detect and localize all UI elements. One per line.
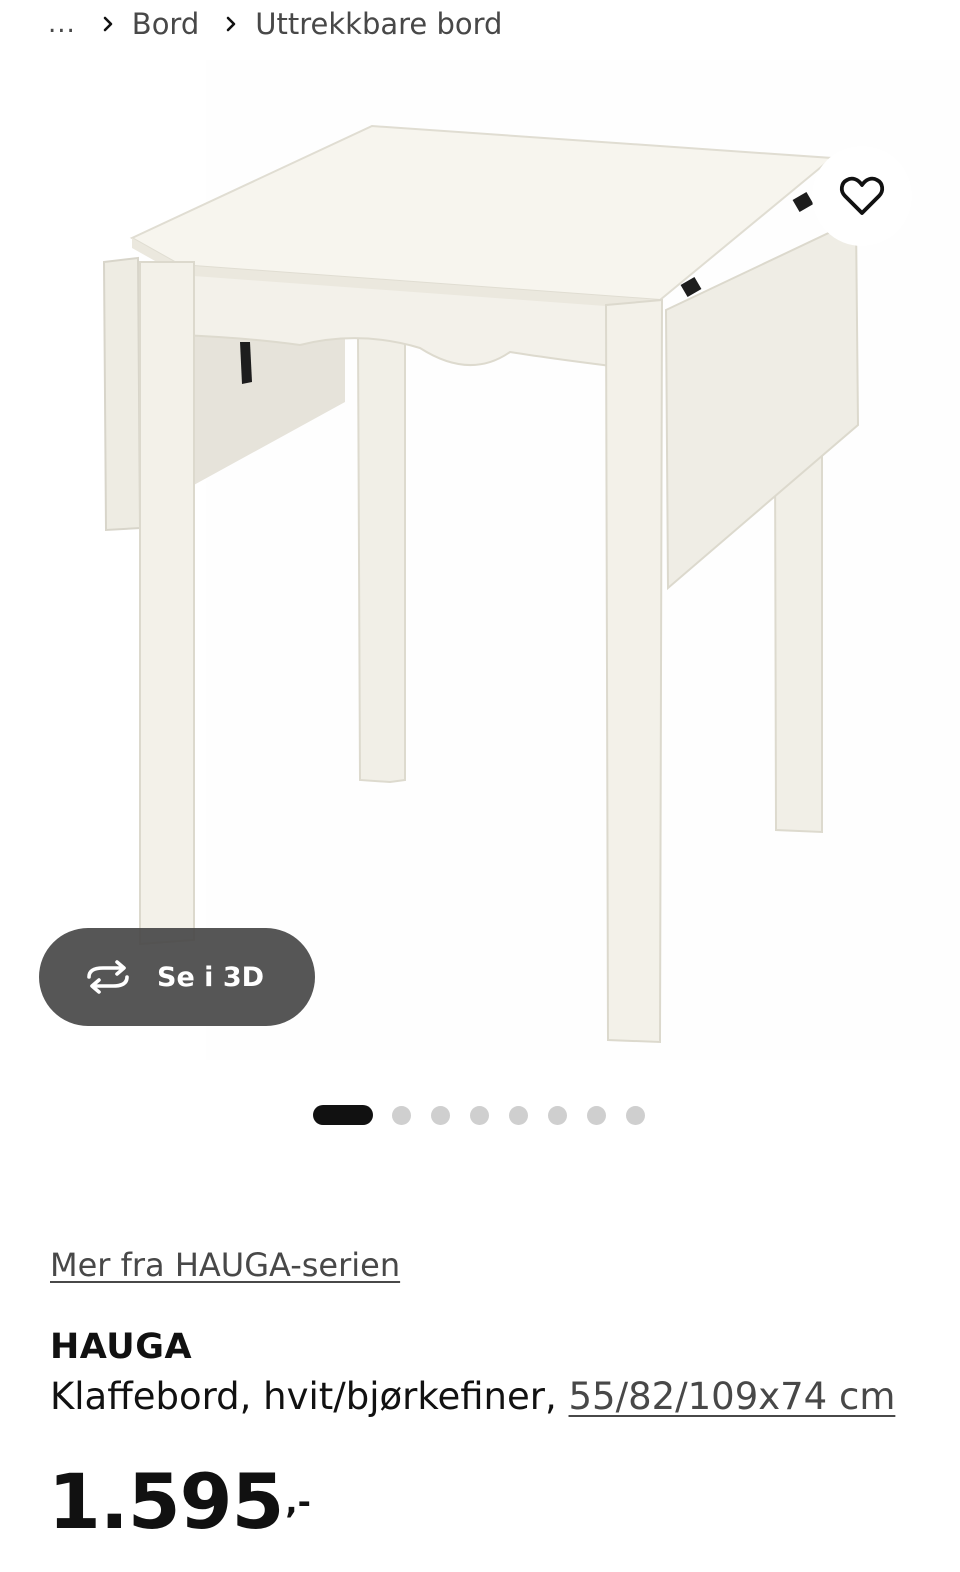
add-to-favorites-button[interactable] <box>812 146 912 246</box>
breadcrumb-item-uttrekkbare-bord[interactable]: Uttrekkbare bord <box>255 7 502 41</box>
rotate-3d-icon <box>87 960 129 994</box>
breadcrumb-item-bord[interactable]: Bord <box>132 7 199 41</box>
heart-outline-icon <box>839 176 885 215</box>
carousel-pagination <box>313 1104 665 1126</box>
carousel-dot[interactable] <box>587 1105 606 1125</box>
carousel-dot[interactable] <box>470 1105 489 1125</box>
view-in-3d-button[interactable]: Se i 3D <box>39 928 315 1026</box>
carousel-dot[interactable] <box>431 1105 450 1125</box>
chevron-right-icon <box>98 14 118 34</box>
product-description-text: Klaffebord, hvit/bjørkefiner, <box>50 1375 569 1418</box>
price-suffix: ,- <box>285 1483 311 1521</box>
series-link[interactable]: Mer fra HAUGA-serien <box>50 1246 400 1284</box>
product-name: HAUGA <box>50 1327 193 1367</box>
breadcrumb-ellipsis[interactable]: ... <box>48 9 76 39</box>
product-price: 1.595 ,- <box>48 1454 311 1550</box>
carousel-dot[interactable] <box>392 1105 411 1125</box>
breadcrumb: ... Bord Uttrekkbare bord <box>48 4 502 44</box>
price-integer: 1.595 <box>48 1457 284 1546</box>
product-size-link[interactable]: 55/82/109x74 cm <box>569 1375 896 1418</box>
carousel-dot[interactable] <box>626 1105 645 1125</box>
view-in-3d-label: Se i 3D <box>157 961 265 993</box>
product-image[interactable]: Se i 3D <box>0 60 960 1070</box>
product-description: Klaffebord, hvit/bjørkefiner, 55/82/109x… <box>50 1375 895 1418</box>
carousel-dot[interactable] <box>548 1105 567 1125</box>
chevron-right-icon <box>221 14 241 34</box>
carousel-dot[interactable] <box>313 1105 373 1125</box>
carousel-dot[interactable] <box>509 1105 528 1125</box>
